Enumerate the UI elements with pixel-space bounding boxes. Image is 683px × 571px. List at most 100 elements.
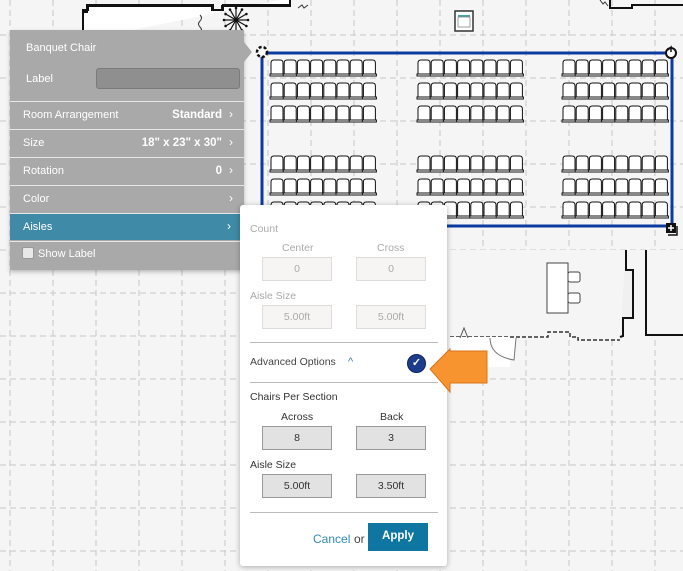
banquet-chair (627, 105, 643, 123)
banquet-chair (587, 178, 603, 196)
chevron-right-icon: › (227, 219, 231, 233)
row-color[interactable]: Color › (10, 185, 244, 212)
label-input[interactable] (96, 68, 240, 89)
banquet-chair (574, 178, 590, 196)
banquet-chair (574, 59, 590, 77)
banquet-chair (495, 59, 511, 77)
banquet-chair (295, 59, 311, 77)
banquet-chair (416, 105, 432, 123)
banquet-chair (269, 105, 285, 123)
advanced-aisle-size-label: Aisle Size (250, 459, 297, 471)
banquet-chair (295, 178, 311, 196)
banquet-chair (429, 155, 445, 173)
banquet-chair (495, 105, 511, 123)
advanced-options-toggle[interactable]: Advanced Options (250, 356, 336, 368)
banquet-chair (361, 178, 377, 196)
banquet-chair (282, 178, 298, 196)
banquet-chair (335, 82, 351, 100)
banquet-chair (482, 155, 498, 173)
banquet-chair (295, 82, 311, 100)
banquet-chair (322, 59, 338, 77)
banquet-chair (469, 59, 485, 77)
banquet-chair (282, 82, 298, 100)
banquet-chair (429, 59, 445, 77)
row-value: Standard (172, 109, 222, 121)
banquet-chair (614, 59, 630, 77)
banquet-chair (508, 201, 524, 219)
rotate-handle-icon[interactable] (255, 45, 269, 59)
banquet-chair (601, 82, 617, 100)
banquet-chair (587, 201, 603, 219)
banquet-chair (429, 82, 445, 100)
banquet-chair (601, 155, 617, 173)
window-icon (454, 10, 474, 32)
banquet-chair (469, 201, 485, 219)
apply-button[interactable]: Apply (368, 523, 428, 551)
banquet-chair (322, 178, 338, 196)
row-value: 18" x 23" x 30" (141, 137, 222, 149)
banquet-chair (309, 82, 325, 100)
banquet-chair (614, 178, 630, 196)
banquet-chair (361, 59, 377, 77)
banquet-chair-group[interactable] (269, 59, 669, 219)
banquet-chair (442, 82, 458, 100)
banquet-chair (416, 59, 432, 77)
across-input[interactable]: 8 (262, 426, 332, 450)
banquet-chair (456, 59, 472, 77)
banquet-chair (587, 59, 603, 77)
properties-panel: Banquet Chair Label Room Arrangement Sta… (10, 30, 252, 270)
resize-handle-icon[interactable] (666, 223, 678, 236)
cross-count-input[interactable]: 0 (356, 257, 426, 281)
banquet-chair (653, 82, 669, 100)
banquet-chair (361, 155, 377, 173)
row-aisles[interactable]: Aisles › (10, 213, 242, 240)
banquet-chair (614, 201, 630, 219)
label-field-label: Label (26, 73, 53, 85)
row-size[interactable]: Size 18" x 23" x 30" › (10, 129, 244, 156)
banquet-chair (322, 105, 338, 123)
show-label-checkbox[interactable]: Show Label (22, 247, 96, 260)
banquet-chair (429, 105, 445, 123)
row-show-label: Show Label (10, 241, 244, 270)
label-row: Label (26, 68, 240, 92)
banquet-chair (627, 155, 643, 173)
across-label: Across (281, 411, 314, 423)
selection-box[interactable] (260, 51, 674, 228)
row-label: Room Arrangement (23, 109, 119, 121)
advanced-options-check-icon[interactable]: ✓ (407, 354, 426, 373)
banquet-chair (561, 105, 577, 123)
banquet-chair (587, 82, 603, 100)
center-count-input[interactable]: 0 (262, 257, 332, 281)
banquet-chair (456, 155, 472, 173)
banquet-chair (482, 59, 498, 77)
divider (250, 382, 438, 383)
banquet-chair (348, 155, 364, 173)
back-aisle-size-input[interactable]: 3.50ft (356, 474, 426, 498)
banquet-chair (574, 82, 590, 100)
cross-aisle-size-input[interactable]: 5.00ft (356, 305, 426, 329)
chevron-right-icon: › (229, 107, 233, 121)
cancel-link[interactable]: Cancel (313, 532, 350, 546)
count-label: Count (250, 223, 279, 235)
banquet-chair (456, 201, 472, 219)
banquet-chair (587, 155, 603, 173)
aisle-size-label: Aisle Size (250, 290, 297, 302)
rotate-handle-right-icon[interactable] (665, 45, 677, 59)
row-room-arrangement[interactable]: Room Arrangement Standard › (10, 101, 244, 128)
center-aisle-size-input[interactable]: 5.00ft (262, 305, 332, 329)
banquet-chair (295, 105, 311, 123)
checkbox-icon[interactable] (22, 247, 34, 259)
banquet-chair (561, 59, 577, 77)
back-input[interactable]: 3 (356, 426, 426, 450)
across-aisle-size-input[interactable]: 5.00ft (262, 474, 332, 498)
caret-up-icon[interactable]: ^ (348, 356, 353, 368)
aisles-popup: Count Center Cross 0 0 Aisle Size 5.00ft… (240, 205, 447, 566)
row-label: Size (23, 137, 45, 149)
banquet-chair (640, 178, 656, 196)
banquet-chair (322, 82, 338, 100)
banquet-chair (309, 59, 325, 77)
banquet-chair (282, 59, 298, 77)
divider (250, 342, 438, 343)
row-rotation[interactable]: Rotation 0 › (10, 157, 244, 184)
banquet-chair (640, 105, 656, 123)
